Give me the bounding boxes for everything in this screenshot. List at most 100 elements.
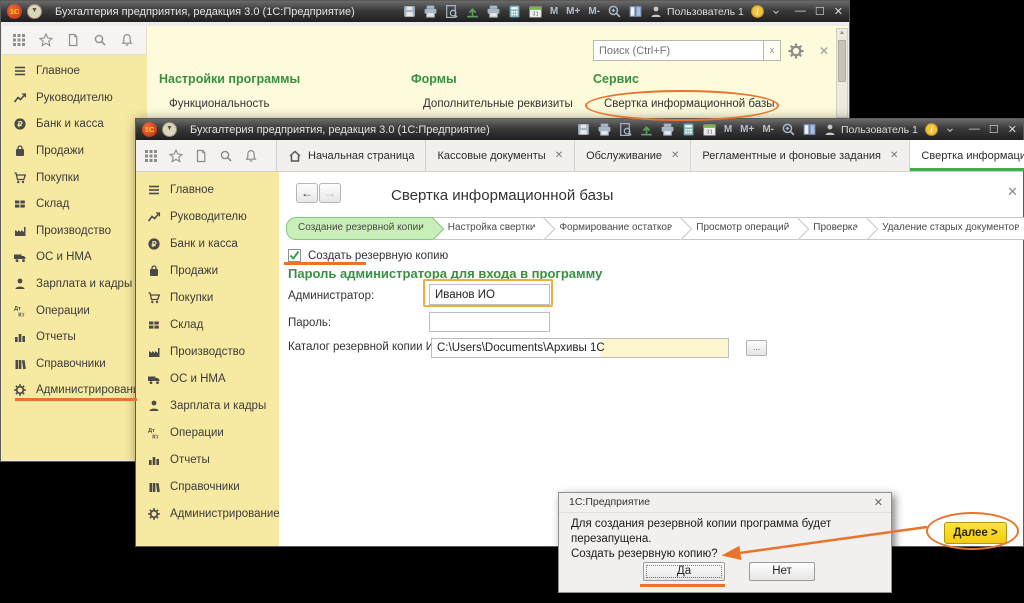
sidebar-item-Операции[interactable]: ДтКтОперации [136, 419, 279, 446]
memory-M--button[interactable]: M- [587, 6, 601, 17]
scrollbar[interactable]: ▲ [836, 28, 848, 118]
sidebar-item-Продажи[interactable]: Продажи [136, 257, 279, 284]
next-button[interactable]: Далее > [944, 522, 1007, 544]
sidebar-item-Склад[interactable]: Склад [2, 191, 147, 218]
link-database-compression[interactable]: Свертка информационной базы [604, 98, 775, 110]
sidebar-item-Отчеты[interactable]: Отчеты [2, 324, 147, 351]
current-user-button[interactable]: Пользователь 1 [823, 123, 918, 137]
sidebar-item-ОС и НМА[interactable]: ОС и НМА [136, 365, 279, 392]
sidebar-item-Производство[interactable]: Производство [136, 338, 279, 365]
memory-M-button[interactable]: M [723, 124, 733, 135]
link-functionality[interactable]: Функциональность [169, 98, 270, 110]
minimize-button[interactable]: — [969, 123, 980, 136]
sidebar-item-Руководителю[interactable]: Руководителю [136, 203, 279, 230]
no-button[interactable]: Нет [749, 562, 815, 581]
maximize-button[interactable]: ☐ [815, 5, 825, 18]
password-field[interactable] [429, 312, 550, 332]
sidebar-item-Банк и касса[interactable]: ₽Банк и касса [2, 111, 147, 138]
calendar-icon[interactable]: 31 [702, 122, 717, 137]
memory-M+-button[interactable]: M+ [739, 124, 755, 135]
sidebar-item-Склад[interactable]: Склад [136, 311, 279, 338]
search-clear-button[interactable]: x [763, 40, 781, 61]
favorites-icon[interactable] [39, 33, 53, 47]
sidebar-item-Главное[interactable]: Главное [136, 176, 279, 203]
export-icon[interactable] [465, 4, 480, 19]
scroll-up-icon[interactable]: ▲ [837, 29, 847, 38]
chevron-down-icon[interactable] [771, 5, 781, 19]
info-icon[interactable]: i [924, 122, 939, 137]
tab-close-icon[interactable]: ✕ [890, 150, 898, 161]
sidebar-item-Главное[interactable]: Главное [2, 58, 147, 85]
save-icon[interactable] [402, 4, 417, 19]
tab-Регламентные и фоновые задания[interactable]: Регламентные и фоновые задания✕ [691, 140, 910, 171]
history-icon[interactable] [66, 33, 80, 47]
scroll-thumb[interactable] [838, 40, 846, 82]
browse-button[interactable]: ... [746, 340, 767, 356]
sidebar-item-ОС и НМА[interactable]: ОС и НМА [2, 244, 147, 271]
sidebar-item-Администрирование[interactable]: Администрирование [136, 500, 279, 527]
split-view-icon[interactable] [628, 4, 643, 19]
memory-M--button[interactable]: M- [761, 124, 775, 135]
print-icon[interactable] [597, 122, 612, 137]
tab-Обслуживание[interactable]: Обслуживание✕ [575, 140, 691, 171]
export-icon[interactable] [639, 122, 654, 137]
info-icon[interactable]: i [750, 4, 765, 19]
print-preview-icon[interactable] [444, 4, 459, 19]
history-icon[interactable] [194, 149, 208, 163]
wizard-step-Настройка свертки[interactable]: Настройка свертки [433, 217, 545, 240]
search-input[interactable] [594, 42, 773, 61]
sidebar-item-Справочники[interactable]: Справочники [136, 473, 279, 500]
notifications-icon[interactable] [244, 149, 258, 163]
backup-path-field[interactable]: C:\Users\Documents\Архивы 1С [431, 338, 729, 358]
zoom-in-icon[interactable] [781, 122, 796, 137]
sidebar-item-Зарплата и кадры[interactable]: Зарплата и кадры [136, 392, 279, 419]
panel-close-icon[interactable]: ✕ [819, 44, 829, 58]
wizard-step-Формирование остатков[interactable]: Формирование остатков [544, 217, 681, 240]
main-menu-chevron-icon[interactable]: ▼ [27, 4, 42, 19]
gear-icon[interactable] [787, 42, 805, 65]
create-backup-checkbox[interactable] [288, 249, 301, 262]
minimize-button[interactable]: — [795, 5, 806, 18]
tab-Свертка информационной базы[interactable]: Свертка информационной базы✕ [910, 140, 1024, 171]
favorites-icon[interactable] [169, 149, 183, 163]
back-nav-button[interactable]: ← [296, 183, 318, 203]
tab-close-icon[interactable]: ✕ [671, 150, 679, 161]
yes-button[interactable]: Да [643, 562, 725, 581]
print-icon[interactable] [423, 4, 438, 19]
close-button[interactable]: ✕ [834, 5, 843, 18]
maximize-button[interactable]: ☐ [989, 123, 999, 136]
memory-M-button[interactable]: M [549, 6, 559, 17]
wizard-step-Удаление старых документов[interactable]: Удаление старых документов [867, 217, 1024, 240]
administrator-field[interactable]: Иванов ИО [429, 284, 550, 305]
memory-M+-button[interactable]: M+ [565, 6, 581, 17]
sidebar-item-Продажи[interactable]: Продажи [2, 138, 147, 165]
tab-Кассовые документы[interactable]: Кассовые документы✕ [426, 140, 575, 171]
sidebar-item-Производство[interactable]: Производство [2, 218, 147, 245]
chevron-down-icon[interactable] [945, 123, 955, 137]
print-2-icon[interactable] [486, 4, 501, 19]
calculator-icon[interactable] [507, 4, 522, 19]
print-2-icon[interactable] [660, 122, 675, 137]
sidebar-item-Операции[interactable]: ДтКтОперации [2, 297, 147, 324]
sections-menu-icon[interactable] [144, 149, 158, 163]
close-button[interactable]: ✕ [1008, 123, 1017, 136]
sidebar-item-Справочники[interactable]: Справочники [2, 351, 147, 378]
sidebar-item-Банк и касса[interactable]: ₽Банк и касса [136, 230, 279, 257]
page-close-icon[interactable]: ✕ [1007, 184, 1018, 200]
sidebar-item-Покупки[interactable]: Покупки [2, 164, 147, 191]
calculator-icon[interactable] [681, 122, 696, 137]
tab-Начальная страница[interactable]: Начальная страница [276, 140, 426, 171]
forward-nav-button[interactable]: → [319, 183, 341, 203]
save-icon[interactable] [576, 122, 591, 137]
zoom-in-icon[interactable] [607, 4, 622, 19]
search-box[interactable] [593, 40, 764, 61]
tab-close-icon[interactable]: ✕ [555, 150, 563, 161]
notifications-icon[interactable] [120, 33, 134, 47]
sidebar-item-Покупки[interactable]: Покупки [136, 284, 279, 311]
dialog-close-icon[interactable]: ✕ [874, 496, 883, 509]
wizard-step-Создание резервной копии[interactable]: Создание резервной копии [286, 217, 433, 240]
sidebar-item-Отчеты[interactable]: Отчеты [136, 446, 279, 473]
split-view-icon[interactable] [802, 122, 817, 137]
sidebar-item-Администрирование[interactable]: Администрирование [2, 377, 147, 404]
sidebar-item-Руководителю[interactable]: Руководителю [2, 85, 147, 112]
